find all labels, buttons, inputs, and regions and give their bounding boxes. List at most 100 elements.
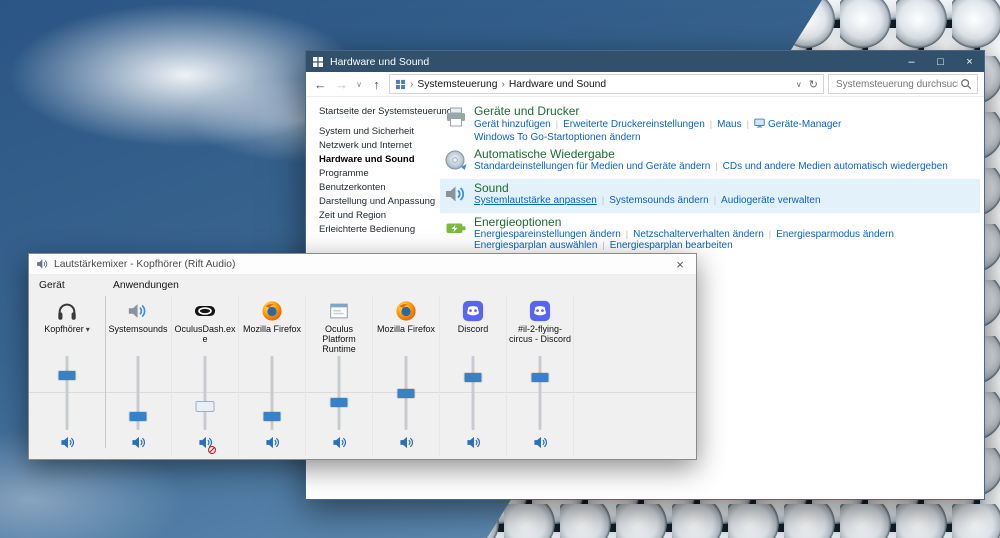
mute-button[interactable] <box>332 435 347 453</box>
volume-slider[interactable] <box>172 354 238 432</box>
sidebar-item-system-sicherheit[interactable]: System und Sicherheit <box>319 125 434 139</box>
slider-track[interactable] <box>338 356 341 430</box>
sidebar-item-netzwerk-internet[interactable]: Netzwerk und Internet <box>319 139 434 153</box>
mute-button[interactable] <box>533 435 548 453</box>
volume-slider[interactable] <box>373 354 439 432</box>
channel-name: OculusDash.exe <box>172 324 238 354</box>
generic-app-icon <box>328 298 350 324</box>
link-geraet-hinzufuegen[interactable]: Gerät hinzufügen <box>474 119 551 130</box>
device-selector[interactable]: Kopfhörer▾ <box>29 324 105 354</box>
recent-pages-chevron-icon[interactable]: ∨ <box>354 80 364 89</box>
volume-slider[interactable] <box>105 354 171 432</box>
mixer-channel-kopfhoerer: Kopfhörer▾ <box>29 295 105 456</box>
mute-button[interactable] <box>131 435 146 453</box>
section-title-energieoptionen[interactable]: Energieoptionen <box>474 215 976 229</box>
printer-devices-icon[interactable] <box>444 104 474 143</box>
power-battery-icon[interactable] <box>444 215 474 251</box>
slider-thumb[interactable] <box>331 398 348 407</box>
volume-slider[interactable] <box>29 354 105 432</box>
slider-thumb[interactable] <box>59 371 76 380</box>
link-energiesparplan-auswaehlen[interactable]: Energiesparplan auswählen <box>474 240 597 251</box>
search-icon[interactable] <box>960 78 972 90</box>
sidebar-item-programme[interactable]: Programme <box>319 167 434 181</box>
search-box[interactable] <box>828 74 978 94</box>
control-panel-icon <box>312 56 324 68</box>
link-standardeinstellungen-medien[interactable]: Standardeinstellungen für Medien und Ger… <box>474 161 710 172</box>
search-input[interactable] <box>834 78 960 91</box>
link-separator: | <box>602 240 604 250</box>
slider-track[interactable] <box>472 356 475 430</box>
link-geraete-manager[interactable]: Geräte-Manager <box>768 119 841 130</box>
mute-button[interactable] <box>60 435 75 453</box>
section-automatische-wiedergabe: Automatische Wiedergabe Standardeinstell… <box>440 145 980 179</box>
breadcrumb-systemsteuerung[interactable]: Systemsteuerung <box>417 79 497 90</box>
volume-slider[interactable] <box>239 354 305 432</box>
sidebar-item-hardware-sound[interactable]: Hardware und Sound <box>319 153 434 167</box>
link-energiesparplan-bearbeiten[interactable]: Energiesparplan bearbeiten <box>610 240 733 251</box>
refresh-icon[interactable]: ↻ <box>809 78 818 91</box>
oculus-icon <box>194 298 216 324</box>
link-netzschalterverhalten[interactable]: Netzschalterverhalten ändern <box>633 229 764 240</box>
slider-thumb[interactable] <box>465 373 482 382</box>
forward-arrow-icon[interactable]: → <box>333 78 350 91</box>
up-arrow-icon[interactable]: ↑ <box>368 78 385 91</box>
mixer-channel-firefox-2: Mozilla Firefox <box>373 295 440 456</box>
link-separator: | <box>626 229 628 239</box>
maximize-button[interactable]: □ <box>926 51 955 72</box>
link-cds-automatisch[interactable]: CDs und andere Medien automatisch wieder… <box>723 161 948 172</box>
volume-slider[interactable] <box>507 354 573 432</box>
link-windows-to-go[interactable]: Windows To Go-Startoptionen ändern <box>474 132 641 143</box>
mute-button[interactable] <box>466 435 481 453</box>
mixer-channel-systemsounds: Systemsounds <box>105 295 172 456</box>
sidebar-item-zeit-region[interactable]: Zeit und Region <box>319 209 434 223</box>
link-separator: | <box>710 119 712 129</box>
volume-mixer-window: Lautstärkemixer - Kopfhörer (Rift Audio)… <box>28 253 697 460</box>
link-energiesparmodus[interactable]: Energiesparmodus ändern <box>776 229 894 240</box>
link-systemlautstaerke-anpassen[interactable]: Systemlautstärke anpassen <box>474 195 597 206</box>
sidebar-item-startseite[interactable]: Startseite der Systemsteuerung <box>319 105 434 119</box>
device-manager-icon <box>754 118 765 132</box>
slider-thumb[interactable] <box>130 412 147 421</box>
speaker-icon <box>36 258 48 270</box>
section-title-sound[interactable]: Sound <box>474 181 976 195</box>
section-title-geraete-drucker[interactable]: Geräte und Drucker <box>474 104 976 118</box>
titlebar: Hardware und Sound – □ × <box>306 51 984 72</box>
link-audiogeraete-verwalten[interactable]: Audiogeräte verwalten <box>721 195 821 206</box>
breadcrumb-hardware-und-sound[interactable]: Hardware und Sound <box>509 79 606 90</box>
slider-thumb[interactable] <box>264 412 281 421</box>
link-systemsounds-aendern[interactable]: Systemsounds ändern <box>609 195 709 206</box>
breadcrumb-chevron-icon: › <box>501 79 504 90</box>
autoplay-icon[interactable] <box>444 147 474 177</box>
link-erweiterte-druckereinstellungen[interactable]: Erweiterte Druckereinstellungen <box>563 119 705 130</box>
slider-track[interactable] <box>539 356 542 430</box>
close-button[interactable]: × <box>664 254 696 275</box>
volume-slider[interactable] <box>440 354 506 432</box>
mute-button[interactable] <box>198 435 213 453</box>
mute-button[interactable] <box>399 435 414 453</box>
sound-speaker-icon[interactable] <box>444 181 474 211</box>
section-title-automatische-wiedergabe[interactable]: Automatische Wiedergabe <box>474 147 976 161</box>
volume-slider[interactable] <box>306 354 372 432</box>
slider-track[interactable] <box>204 356 207 430</box>
link-energiespareinstellungen[interactable]: Energiespareinstellungen ändern <box>474 229 621 240</box>
link-separator: | <box>602 195 604 205</box>
minimize-button[interactable]: – <box>897 51 926 72</box>
chevron-down-icon[interactable]: ▾ <box>86 325 90 334</box>
sidebar-item-erleichterte-bedienung[interactable]: Erleichterte Bedienung <box>319 223 434 237</box>
sidebar-item-darstellung[interactable]: Darstellung und Anpassung <box>319 195 434 209</box>
device-group-label: Gerät <box>39 280 65 291</box>
address-dropdown-icon[interactable]: ∨ <box>796 80 802 89</box>
close-button[interactable]: × <box>955 51 984 72</box>
back-arrow-icon[interactable]: ← <box>312 78 329 91</box>
link-maus[interactable]: Maus <box>717 119 741 130</box>
section-geraete-drucker: Geräte und Drucker Gerät hinzufügen | Erwe… <box>440 102 980 145</box>
slider-thumb[interactable] <box>532 373 549 382</box>
sidebar-item-benutzerkonten[interactable]: Benutzerkonten <box>319 181 434 195</box>
section-energieoptionen: Energieoptionen Energiespareinstellungen… <box>440 213 980 253</box>
mute-button[interactable] <box>265 435 280 453</box>
address-bar[interactable]: › Systemsteuerung › Hardware und Sound ∨… <box>389 74 824 94</box>
slider-thumb[interactable] <box>398 389 415 398</box>
system-sounds-icon <box>127 298 149 324</box>
slider-thumb[interactable] <box>197 402 214 411</box>
slider-track[interactable] <box>66 356 69 430</box>
